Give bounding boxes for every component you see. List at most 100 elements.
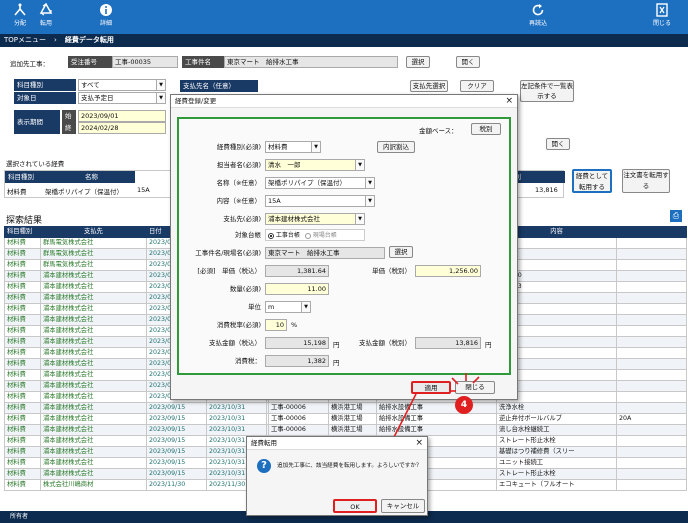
table-cell xyxy=(616,303,687,315)
chevron-down-icon: ▼ xyxy=(311,142,320,152)
table-cell: 浦本建材株式会社 xyxy=(40,358,147,370)
table-cell xyxy=(616,479,687,491)
table-row[interactable]: 材料費浦本建材株式会社2023/09/152023/10/31工事-00006横… xyxy=(4,424,687,436)
payee-label: 支払先(必須) xyxy=(223,215,261,223)
total-net-label: 支払金額（税別） xyxy=(359,339,411,347)
price-label: [必須] 単価（税込） xyxy=(197,267,261,275)
detail-button[interactable]: 詳細 xyxy=(90,2,122,32)
amount-base-button[interactable]: 税別 xyxy=(471,123,501,135)
table-cell xyxy=(616,402,687,414)
payee-select[interactable]: 浦本建材株式会社 ▼ xyxy=(265,213,365,225)
table-cell xyxy=(616,336,687,348)
close-icon[interactable]: × xyxy=(415,437,423,450)
question-icon: ? xyxy=(257,459,271,473)
table-cell: 材料費 xyxy=(4,479,41,491)
target-select-button[interactable]: 選択 xyxy=(406,56,430,68)
category-label: 経費種別(必須) xyxy=(216,143,261,151)
price-net-label: 単価（税別） xyxy=(372,267,411,275)
repost-order-button[interactable]: 注文書を転用する xyxy=(622,169,670,193)
reload-label: 再読込 xyxy=(528,20,547,27)
table-cell: 材料費 xyxy=(4,446,41,458)
table-cell: 材料費 xyxy=(4,347,41,359)
apply-button[interactable]: 適用 xyxy=(411,381,451,394)
close-icon[interactable]: × xyxy=(505,95,513,108)
table-row[interactable]: 材料費浦本建材株式会社2023/09/152023/10/31工事-00006横… xyxy=(4,402,687,414)
chevron-down-icon: ▼ xyxy=(156,80,165,90)
selected-header-name: 名称 xyxy=(45,171,135,183)
table-cell xyxy=(616,457,687,469)
expense-form: 金額ベース： 税別 内訳割込 経費種別(必須) 材料費 ▼ 担当者名(必須) 清水… xyxy=(177,117,511,375)
price-net-input[interactable]: 1,256.00 xyxy=(415,265,481,277)
repost-as-expense-button[interactable]: 経費として転用する xyxy=(572,169,612,193)
category-filter-select[interactable]: すべて ▼ xyxy=(78,79,166,91)
table-cell: 浦本建材株式会社 xyxy=(40,292,147,304)
table-cell: 材料費 xyxy=(4,325,41,337)
payee-filter-label: 支払先名（任意） xyxy=(180,80,258,92)
person-label: 担当者名(必須) xyxy=(216,161,261,169)
selected-amount: 13,816 xyxy=(535,186,558,194)
edit-dialog-title: 経費登録/変更 xyxy=(171,95,517,108)
person-select[interactable]: 清水 一郎 ▼ xyxy=(265,159,365,171)
table-cell: 材料費 xyxy=(4,369,41,381)
start-date-input[interactable]: 2023/09/01 xyxy=(78,110,166,122)
date-filter-select[interactable]: 支払予定日 ▼ xyxy=(78,92,166,104)
table-cell: 材料費 xyxy=(4,391,41,403)
results-header-category: 科目種別 xyxy=(4,226,41,238)
table-cell: 横浜港工場 xyxy=(328,402,377,414)
unit-select[interactable]: m ▼ xyxy=(265,301,311,313)
table-cell: 材料費 xyxy=(4,314,41,326)
table-cell: 群馬電気株式会社 xyxy=(40,259,147,271)
repost-button[interactable]: 転用 xyxy=(30,2,62,32)
table-cell: 材料費 xyxy=(4,281,41,293)
chevron-down-icon: ▼ xyxy=(365,196,374,206)
qty-input[interactable]: 11.00 xyxy=(265,283,329,295)
selected-category: 材料費 xyxy=(7,188,27,196)
cancel-button[interactable]: キャンセル xyxy=(381,499,425,513)
table-cell: 工事-00006 xyxy=(268,402,329,414)
consumption-label: 消費税： xyxy=(235,357,261,365)
category-filter-label: 科目種別 xyxy=(14,79,76,91)
selected-open-button[interactable]: 開く xyxy=(546,138,570,150)
table-cell xyxy=(616,446,687,458)
tax-input[interactable]: 10 xyxy=(265,319,287,331)
period-label: 表示期間 xyxy=(14,110,60,134)
table-cell: 浦本建材株式会社 xyxy=(40,281,147,293)
step-badge: 4 xyxy=(455,396,473,414)
order-no-label: 受注番号 xyxy=(68,56,112,68)
chevron-down-icon: ▼ xyxy=(365,178,374,188)
selected-size: 15A xyxy=(137,186,150,194)
breadcrumb-menu[interactable]: TOPメニュー xyxy=(4,36,46,44)
printer-icon[interactable]: ⎙ xyxy=(670,210,682,222)
unit-value: m xyxy=(268,303,275,311)
table-cell xyxy=(616,435,687,447)
table-cell xyxy=(616,259,687,271)
clear-button[interactable]: クリア xyxy=(460,80,494,92)
work-name-field: 東京マート 給排水工事 xyxy=(224,56,398,68)
table-cell: 株式会社川嶋商材 xyxy=(40,479,147,491)
total-unit: 円 xyxy=(333,341,340,349)
breadcrumb-current: 経費データ転用 xyxy=(64,36,114,44)
table-cell xyxy=(616,281,687,293)
name-value: 架橋ポリパイプ（保温付） xyxy=(268,179,346,187)
end-date-input[interactable]: 2024/02/28 xyxy=(78,122,166,134)
category-select[interactable]: 材料費 ▼ xyxy=(265,141,321,153)
radio-work-selected[interactable] xyxy=(268,232,274,239)
table-row[interactable]: 材料費浦本建材株式会社2023/09/152023/10/31工事-00006横… xyxy=(4,413,687,425)
target-open-button[interactable]: 開く xyxy=(456,56,480,68)
table-cell: 材料費 xyxy=(4,424,41,436)
table-cell: 2023/09/15 xyxy=(146,446,207,458)
internal-button[interactable]: 内訳割込 xyxy=(377,141,415,153)
ok-button[interactable]: OK xyxy=(333,499,377,513)
expense-edit-dialog: 経費登録/変更 × 金額ベース： 税別 内訳割込 経費種別(必須) 材料費 ▼ 担… xyxy=(170,94,518,400)
radio-site[interactable] xyxy=(304,232,311,239)
payee-select-button[interactable]: 支払先選択 xyxy=(410,80,448,92)
name-select[interactable]: 架橋ポリパイプ（保温付） ▼ xyxy=(265,177,375,189)
total-net-unit: 円 xyxy=(485,341,492,349)
work-select-button[interactable]: 選択 xyxy=(389,246,413,258)
reload-button[interactable]: 再読込 xyxy=(522,2,554,32)
content-select[interactable]: 15A ▼ xyxy=(265,195,375,207)
table-cell: 浦本建材株式会社 xyxy=(40,457,147,469)
search-button[interactable]: 左記条件で一覧表示する xyxy=(520,80,574,102)
close-button[interactable]: 閉じる xyxy=(646,2,678,32)
target-ledger-label: 対象台帳 xyxy=(235,231,261,239)
